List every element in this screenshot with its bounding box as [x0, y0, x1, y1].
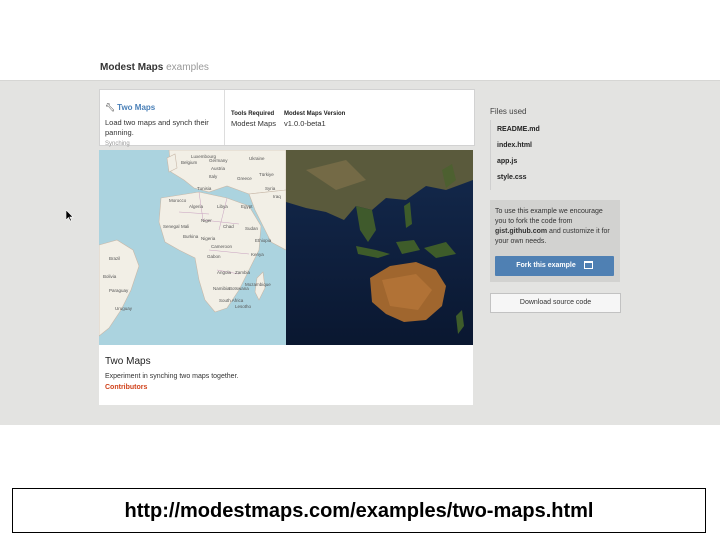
- svg-text:Bolivia: Bolivia: [103, 274, 117, 279]
- version-info: Modest Maps Version v1.0.0-beta1: [284, 111, 345, 128]
- svg-text:Syria: Syria: [265, 186, 276, 191]
- example-tag[interactable]: Synching: [105, 141, 220, 147]
- svg-text:Mozambique: Mozambique: [245, 282, 271, 287]
- download-source-button[interactable]: Download source code: [490, 293, 621, 313]
- svg-text:Nigeria: Nigeria: [201, 236, 216, 241]
- file-item-readme[interactable]: README.md: [497, 126, 540, 133]
- file-item-style[interactable]: style.css: [497, 174, 527, 181]
- street-map-graphic: Luxembourg Belgium Germany Ukraine Austr…: [99, 150, 286, 337]
- version-label: Modest Maps Version: [284, 111, 346, 117]
- street-map[interactable]: Luxembourg Belgium Germany Ukraine Austr…: [99, 150, 286, 345]
- tools-required: Tools Required Modest Maps: [231, 111, 276, 128]
- fork-text-1: To use this example we encourage you to …: [495, 208, 603, 225]
- caption-description: Experiment in synching two maps together…: [105, 373, 239, 380]
- fork-instructions: To use this example we encourage you to …: [495, 207, 615, 247]
- svg-text:Gabon: Gabon: [207, 254, 221, 259]
- svg-text:Türkiye: Türkiye: [259, 172, 274, 177]
- satellite-map-graphic: [286, 150, 473, 345]
- example-description: Load two maps and synch their panning.: [105, 118, 209, 137]
- caption-title: Two Maps: [105, 356, 151, 367]
- fork-button[interactable]: Fork this example: [495, 256, 614, 276]
- tools-label: Tools Required: [231, 111, 275, 117]
- svg-text:Ukraine: Ukraine: [249, 156, 265, 161]
- svg-text:Germany: Germany: [209, 158, 228, 163]
- svg-text:Iraq: Iraq: [273, 194, 281, 199]
- svg-text:Kenya: Kenya: [251, 252, 264, 257]
- example-info-panel: 🔧︎ Two Maps Load two maps and synch their…: [99, 89, 475, 147]
- svg-text:Italy: Italy: [209, 174, 218, 179]
- version-value: v1.0.0-beta1: [284, 119, 326, 128]
- example-summary: 🔧︎ Two Maps Load two maps and synch their…: [105, 97, 220, 147]
- svg-text:Tunisia: Tunisia: [197, 186, 212, 191]
- fork-button-label: Fork this example: [516, 262, 576, 269]
- svg-text:Austria: Austria: [211, 166, 226, 171]
- files-heading: Files used: [490, 107, 527, 116]
- example-caption: Two Maps Experiment in synching two maps…: [99, 345, 473, 405]
- file-item-index[interactable]: index.html: [497, 142, 532, 149]
- example-title-link[interactable]: Two Maps: [117, 103, 155, 112]
- svg-text:Niger: Niger: [201, 218, 212, 223]
- svg-text:Brazil: Brazil: [109, 256, 120, 261]
- svg-text:Belgium: Belgium: [181, 160, 198, 165]
- svg-text:Morocco: Morocco: [169, 198, 187, 203]
- svg-text:Namibia: Namibia: [213, 286, 230, 291]
- svg-text:Chad: Chad: [223, 224, 234, 229]
- svg-text:Uruguay: Uruguay: [115, 306, 133, 311]
- divider: [224, 90, 225, 145]
- mouse-cursor-icon: [66, 210, 74, 222]
- maps-container: Luxembourg Belgium Germany Ukraine Austr…: [99, 150, 473, 345]
- wrench-icon: 🔧︎: [105, 103, 116, 112]
- fork-icon: [583, 261, 593, 270]
- svg-text:Angola: Angola: [217, 270, 232, 275]
- file-item-app[interactable]: app.js: [497, 158, 517, 165]
- svg-text:Senegal: Senegal: [163, 224, 180, 229]
- svg-text:Sudan: Sudan: [245, 226, 259, 231]
- url-caption-box: http://modestmaps.com/examples/two-maps.…: [12, 488, 706, 533]
- contributors-link[interactable]: Contributors: [105, 384, 147, 391]
- svg-text:Greece: Greece: [237, 176, 252, 181]
- svg-text:Algeria: Algeria: [189, 204, 204, 209]
- top-bar: Modest Maps examples: [0, 0, 720, 80]
- satellite-map[interactable]: [286, 150, 473, 345]
- svg-text:Ethiopia: Ethiopia: [255, 238, 272, 243]
- url-caption: http://modestmaps.com/examples/two-maps.…: [124, 500, 594, 522]
- fork-panel: To use this example we encourage you to …: [490, 200, 620, 282]
- svg-text:Lesotho: Lesotho: [235, 304, 252, 309]
- files-list: README.md index.html app.js style.css: [490, 120, 617, 190]
- site-brand[interactable]: Modest Maps examples: [100, 62, 209, 73]
- tools-value: Modest Maps: [231, 119, 277, 128]
- svg-text:Paraguay: Paraguay: [109, 288, 129, 293]
- svg-text:Egypt: Egypt: [241, 204, 253, 209]
- svg-text:Cameroon: Cameroon: [211, 244, 233, 249]
- brand-name: Modest Maps: [100, 62, 164, 73]
- svg-text:Burkina: Burkina: [183, 234, 199, 239]
- svg-text:Zambia: Zambia: [235, 270, 251, 275]
- svg-text:Mali: Mali: [181, 224, 189, 229]
- gist-link: gist.github.com: [495, 228, 548, 235]
- svg-text:South Africa: South Africa: [219, 298, 244, 303]
- svg-text:Libya: Libya: [217, 204, 228, 209]
- brand-suffix: examples: [166, 62, 209, 73]
